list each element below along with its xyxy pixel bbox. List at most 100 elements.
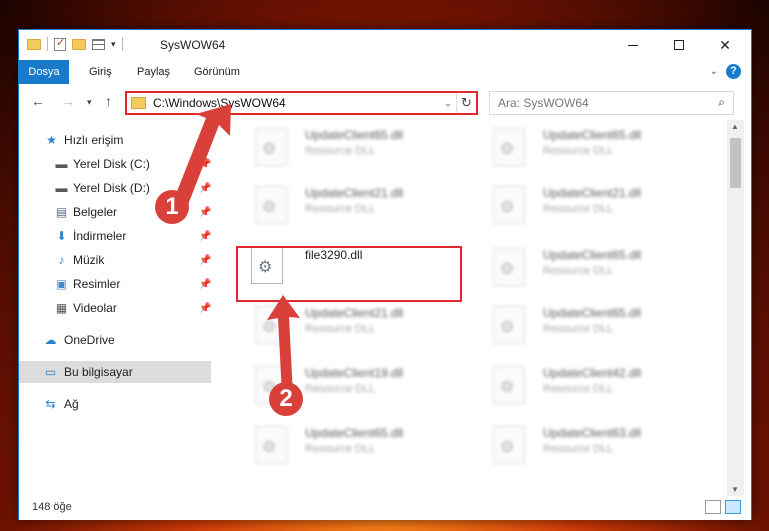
properties-check-icon[interactable]: [54, 36, 66, 51]
forward-arrow-icon[interactable]: →: [61, 93, 75, 109]
search-input[interactable]: Ara: SysWOW64 ⌕: [489, 91, 734, 115]
tab-view[interactable]: Görünüm: [184, 60, 250, 84]
scrollbar-thumb[interactable]: [730, 138, 741, 188]
documents-icon: ▤: [55, 205, 68, 219]
pin-icon[interactable]: 📌: [199, 255, 211, 266]
search-placeholder: Ara: SysWOW64: [498, 96, 589, 110]
dll-file-icon: ⚙: [255, 128, 287, 166]
gear-icon: ⚙: [500, 261, 515, 278]
music-icon: ♪: [58, 253, 65, 267]
title-bar: ▾ SysWOW64 ✕: [19, 30, 751, 60]
sidebar-item-drive-c[interactable]: ▬ Yerel Disk (C:) 📌: [19, 153, 212, 175]
gear-icon: ⚙: [500, 319, 515, 336]
computer-icon: ▭: [44, 365, 57, 379]
gear-icon: ⚙: [262, 199, 277, 216]
dll-file-icon: ⚙: [493, 186, 525, 224]
customize-dropdown-icon[interactable]: ▾: [111, 39, 116, 50]
view-properties-icon[interactable]: [92, 38, 105, 50]
file-name: UpdateClient65.dll: [305, 128, 404, 142]
minimize-button[interactable]: [610, 30, 656, 60]
folder-icon: [27, 38, 41, 50]
file-type: Resource DLL: [543, 203, 614, 215]
file-type: Resource DLL: [305, 383, 376, 395]
file-item[interactable]: ⚙ UpdateClient65.dll Resource DLL: [245, 418, 473, 466]
file-item[interactable]: ⚙ UpdateClient65.dll Resource DLL: [483, 120, 711, 168]
sidebar-item-label: Resimler: [73, 277, 121, 291]
search-icon[interactable]: ⌕: [718, 95, 725, 110]
folder-icon: [131, 97, 146, 109]
pin-icon[interactable]: 📌: [199, 159, 211, 170]
file-type: Resource DLL: [305, 443, 376, 455]
file-type: Resource DLL: [543, 265, 614, 277]
file-item[interactable]: ⚙ UpdateClient65.dll Resource DLL: [245, 120, 473, 168]
sidebar-item-network[interactable]: ⇆ Ağ: [19, 393, 211, 415]
sidebar-item-downloads[interactable]: ⬇ İndirmeler 📌: [19, 225, 211, 247]
dll-file-icon: ⚙: [255, 306, 287, 344]
address-path[interactable]: C:\Windows\SysWOW64: [153, 96, 440, 110]
large-icons-view-icon[interactable]: [725, 500, 741, 514]
file-item[interactable]: ⚙ UpdateClient63.dll Resource DLL: [483, 418, 711, 466]
sidebar-item-label: İndirmeler: [73, 229, 127, 243]
dll-file-icon: ⚙: [493, 366, 525, 404]
file-item[interactable]: ⚙ UpdateClient42.dll Resource DLL: [483, 358, 711, 406]
file-name: UpdateClient65.dll: [543, 306, 642, 320]
up-arrow-icon[interactable]: ↑: [105, 93, 112, 109]
file-type: Resource DLL: [305, 203, 376, 215]
pin-icon[interactable]: 📌: [199, 207, 211, 218]
tab-file[interactable]: Dosya: [19, 60, 69, 84]
address-dropdown-icon[interactable]: ⌄: [440, 98, 456, 109]
pin-icon[interactable]: 📌: [199, 279, 211, 290]
recent-locations-dropdown-icon[interactable]: ▾: [87, 97, 92, 108]
scroll-up-icon[interactable]: ▲: [731, 122, 739, 131]
tab-share[interactable]: Paylaş: [127, 60, 180, 84]
dll-file-icon: ⚙: [493, 426, 525, 464]
sidebar-item-quick-access[interactable]: ★ Hızlı erişim: [19, 129, 211, 151]
step-badge-2: 2: [269, 382, 303, 416]
expand-ribbon-icon[interactable]: ⌄: [710, 66, 718, 77]
file-type: Resource DLL: [543, 383, 614, 395]
drive-icon: ▬: [55, 181, 68, 195]
file-item[interactable]: ⚙ UpdateClient21.dll Resource DLL: [483, 178, 711, 226]
sidebar-item-music[interactable]: ♪ Müzik 📌: [19, 249, 212, 271]
dll-file-icon: ⚙: [493, 128, 525, 166]
sidebar-item-this-pc[interactable]: ▭ Bu bilgisayar: [19, 361, 211, 383]
back-arrow-icon[interactable]: ←: [31, 93, 45, 109]
sidebar-item-onedrive[interactable]: ☁ OneDrive: [19, 329, 211, 351]
help-icon[interactable]: ?: [726, 64, 741, 79]
new-folder-icon[interactable]: [72, 38, 86, 50]
refresh-icon[interactable]: ↻: [456, 93, 476, 113]
file-type: Resource DLL: [543, 443, 614, 455]
drive-icon: ▬: [55, 157, 68, 171]
dll-file-icon: ⚙: [493, 248, 525, 286]
file-item[interactable]: ⚙ UpdateClient65.dll Resource DLL: [483, 240, 711, 288]
sidebar-item-pictures[interactable]: ▣ Resimler 📌: [19, 273, 212, 295]
maximize-button[interactable]: [656, 30, 702, 60]
tab-home[interactable]: Giriş: [79, 60, 122, 84]
vertical-scrollbar[interactable]: ▲ ▼: [727, 120, 744, 496]
gear-icon: ⚙: [500, 379, 515, 396]
dll-file-icon: ⚙: [255, 426, 287, 464]
gear-icon: ⚙: [500, 199, 515, 216]
file-item[interactable]: ⚙ UpdateClient65.dll Resource DLL: [483, 298, 711, 346]
pin-icon[interactable]: 📌: [199, 183, 211, 194]
maximize-icon: [674, 40, 684, 50]
sidebar-item-label: Müzik: [73, 253, 105, 267]
file-item[interactable]: ⚙ UpdateClient21.dll Resource DLL: [245, 178, 473, 226]
pin-icon[interactable]: 📌: [199, 231, 211, 242]
file-item[interactable]: ⚙ UpdateClient21.dll Resource DLL: [245, 298, 473, 346]
quick-access-toolbar: ▾: [27, 36, 123, 51]
file-name: UpdateClient19.dll: [305, 366, 404, 380]
file-name: UpdateClient65.dll: [543, 248, 642, 262]
details-view-icon[interactable]: [705, 500, 721, 514]
close-button[interactable]: ✕: [702, 30, 748, 60]
address-bar[interactable]: C:\Windows\SysWOW64 ⌄ ↻: [125, 91, 478, 115]
file-name: UpdateClient65.dll: [305, 426, 404, 440]
gear-icon: ⚙: [500, 439, 515, 456]
pin-icon[interactable]: 📌: [199, 303, 211, 314]
sidebar-item-label: Yerel Disk (C:): [73, 157, 150, 171]
gear-icon: ⚙: [262, 319, 277, 336]
file-type: Resource DLL: [543, 323, 614, 335]
scroll-down-icon[interactable]: ▼: [731, 485, 739, 494]
navigation-pane: ★ Hızlı erişim ▬ Yerel Disk (C:) 📌 ▬ Yer…: [19, 120, 211, 480]
sidebar-item-videos[interactable]: ▦ Videolar 📌: [19, 297, 212, 319]
